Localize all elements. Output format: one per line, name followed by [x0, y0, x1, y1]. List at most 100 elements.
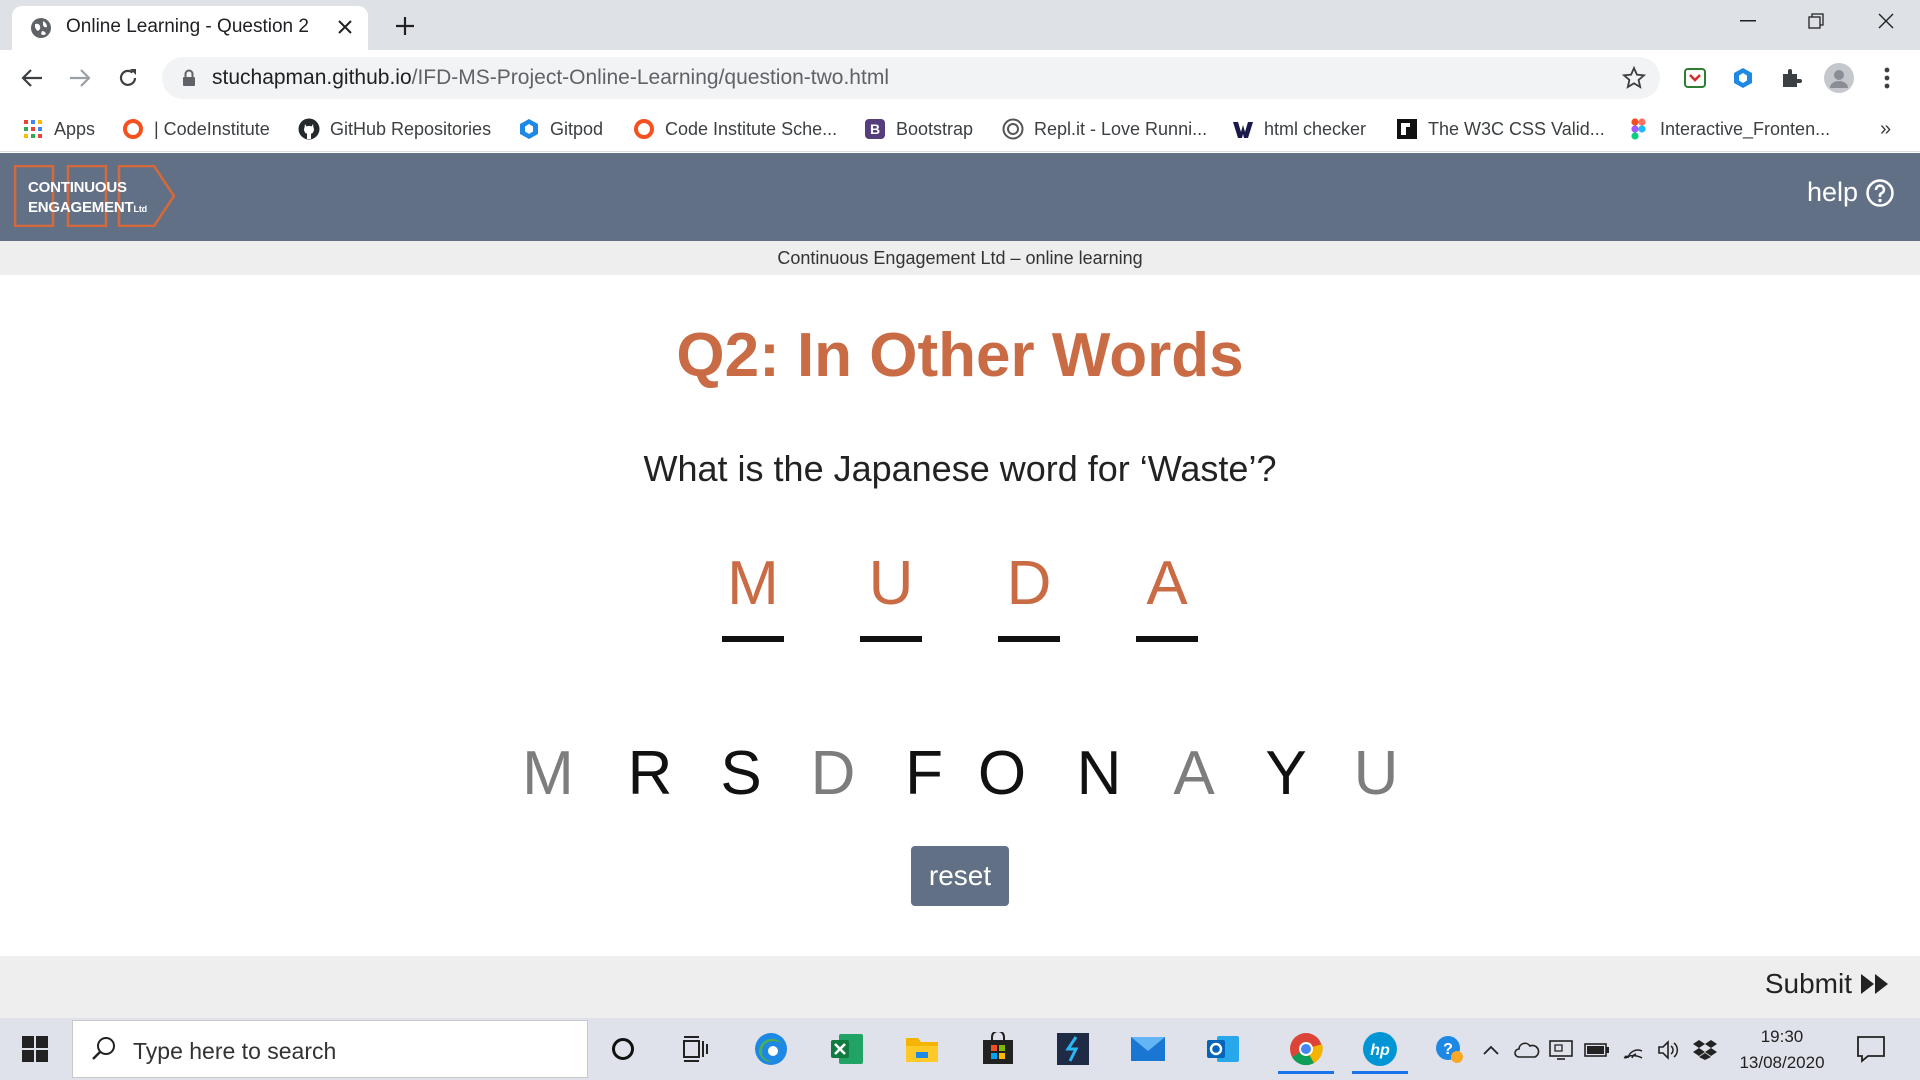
- bookmark-label: Gitpod: [550, 118, 604, 139]
- onedrive-icon[interactable]: [1514, 1037, 1540, 1063]
- extensions-puzzle-icon[interactable]: [1776, 63, 1806, 93]
- close-tab-icon[interactable]: [332, 14, 358, 40]
- replit-icon: [1002, 118, 1024, 140]
- hp-icon[interactable]: hp: [1352, 1026, 1408, 1074]
- chrome-icon[interactable]: [1278, 1026, 1334, 1074]
- search-icon: [92, 1037, 115, 1060]
- bookmark-label: | CodeInstitute: [154, 118, 270, 139]
- bookmark-label: html checker: [1264, 118, 1367, 139]
- letter-choice[interactable]: U: [1346, 738, 1406, 809]
- display-settings-icon[interactable]: [1548, 1037, 1574, 1063]
- url-domain: stuchapman.github.io: [212, 66, 412, 89]
- letter-choice[interactable]: R: [620, 738, 680, 809]
- wifi-icon[interactable]: [1620, 1037, 1646, 1063]
- bookmark-label: GitHub Repositories: [330, 118, 492, 139]
- letter-choice[interactable]: Y: [1256, 738, 1316, 809]
- bookmark-github[interactable]: GitHub Repositories: [298, 115, 491, 143]
- outlook-icon[interactable]: [1203, 1029, 1243, 1069]
- visual-studio-icon[interactable]: [1053, 1029, 1093, 1069]
- address-bar[interactable]: stuchapman.github.io/IFD-MS-Project-Onli…: [162, 57, 1660, 99]
- minimize-icon[interactable]: [1714, 0, 1782, 42]
- bookmark-label: Bootstrap: [896, 118, 974, 139]
- bookmark-star-icon[interactable]: [1622, 66, 1646, 90]
- answer-slot[interactable]: M: [722, 548, 784, 642]
- fast-forward-icon: [1861, 974, 1888, 994]
- store-icon[interactable]: [978, 1029, 1018, 1069]
- mail-icon[interactable]: [1128, 1029, 1168, 1069]
- forward-arrow-icon[interactable]: [64, 62, 96, 94]
- svg-text:hp: hp: [1370, 1042, 1390, 1059]
- excel-icon[interactable]: [827, 1029, 867, 1069]
- bookmark-codeinstitute[interactable]: | CodeInstitute: [122, 115, 270, 143]
- bookmarks-overflow-button[interactable]: »: [1880, 115, 1891, 143]
- help-notification-icon[interactable]: ?: [1434, 1034, 1464, 1064]
- bookmarks-bar: Apps | CodeInstitute GitHub Repositories…: [0, 106, 1920, 152]
- apps-grid-icon: [22, 118, 44, 140]
- back-arrow-icon[interactable]: [16, 62, 48, 94]
- taskbar-clock[interactable]: 19:30 13/08/2020: [1730, 1024, 1834, 1076]
- notification-center-icon[interactable]: [1856, 1035, 1886, 1063]
- gitpod-extension-icon[interactable]: [1728, 63, 1758, 93]
- slot-underline: [722, 636, 784, 642]
- answer-slots: M U D A: [722, 548, 1198, 648]
- help-label: help: [1806, 177, 1858, 207]
- answer-letter: A: [1146, 549, 1188, 618]
- browser-toolbar: stuchapman.github.io/IFD-MS-Project-Onli…: [0, 50, 1920, 106]
- bookmark-code-institute-schedule[interactable]: Code Institute Sche...: [633, 115, 837, 143]
- letter-choice[interactable]: N: [1069, 738, 1129, 809]
- browser-tab[interactable]: Online Learning - Question 2: [12, 6, 368, 50]
- dropbox-icon[interactable]: [1692, 1037, 1718, 1063]
- answer-slot[interactable]: U: [860, 548, 922, 642]
- tab-title: Online Learning - Question 2: [66, 16, 309, 37]
- edge-icon[interactable]: [751, 1029, 791, 1069]
- answer-slot[interactable]: D: [998, 548, 1060, 642]
- reload-icon[interactable]: [112, 62, 144, 94]
- bookmark-label: Apps: [54, 118, 96, 139]
- answer-slot[interactable]: A: [1136, 548, 1198, 642]
- letter-choice[interactable]: O: [972, 738, 1032, 809]
- bookmark-replit[interactable]: Repl.it - Love Runni...: [1002, 115, 1207, 143]
- bootstrap-icon: B: [864, 118, 886, 140]
- windows-start-icon[interactable]: [0, 1018, 70, 1080]
- slot-underline: [860, 636, 922, 642]
- bookmark-html-checker[interactable]: html checker: [1232, 115, 1366, 143]
- page-footer: Submit: [0, 956, 1920, 1018]
- letter-choice[interactable]: S: [711, 738, 771, 809]
- bookmark-interactive-frontend[interactable]: Interactive_Fronten...: [1628, 115, 1830, 143]
- reset-button[interactable]: reset: [911, 846, 1009, 906]
- letter-choice[interactable]: F: [894, 738, 954, 809]
- bookmark-gitpod[interactable]: Gitpod: [518, 115, 603, 143]
- question-title: Q2: In Other Words: [676, 321, 1244, 390]
- taskbar-search-input[interactable]: Type here to search: [72, 1020, 588, 1078]
- lock-icon: [183, 69, 195, 86]
- company-logo[interactable]: CONTINUOUS ENGAGEMENTLtd: [14, 165, 176, 227]
- volume-icon[interactable]: [1656, 1037, 1682, 1063]
- answer-letter: U: [868, 549, 914, 618]
- gitpod-icon: [518, 118, 540, 140]
- battery-icon[interactable]: [1584, 1037, 1610, 1063]
- restore-icon[interactable]: [1782, 0, 1850, 42]
- menu-kebab-icon[interactable]: [1872, 63, 1902, 93]
- letter-choice[interactable]: A: [1164, 738, 1224, 809]
- site-subtitle: Continuous Engagement Ltd – online learn…: [0, 241, 1920, 275]
- new-tab-icon[interactable]: [390, 11, 420, 41]
- task-view-icon[interactable]: [676, 1029, 716, 1069]
- bookmark-label: Interactive_Fronten...: [1660, 118, 1831, 139]
- profile-avatar-icon[interactable]: [1824, 63, 1854, 93]
- bookmark-w3c-css[interactable]: The W3C CSS Valid...: [1396, 115, 1605, 143]
- url-path: /IFD-MS-Project-Online-Learning/question…: [411, 66, 889, 89]
- clock-date: 13/08/2020: [1739, 1053, 1825, 1072]
- submit-button[interactable]: Submit: [1765, 968, 1890, 1000]
- pocket-extension-icon[interactable]: [1680, 63, 1710, 93]
- chevron-up-icon[interactable]: [1478, 1037, 1504, 1063]
- clock-time: 19:30: [1760, 1027, 1804, 1046]
- file-explorer-icon[interactable]: [902, 1029, 942, 1069]
- bookmark-apps[interactable]: Apps: [22, 115, 95, 143]
- bookmark-bootstrap[interactable]: B Bootstrap: [864, 115, 973, 143]
- cortana-icon[interactable]: [603, 1029, 643, 1069]
- close-window-icon[interactable]: [1852, 0, 1920, 42]
- letter-choice[interactable]: D: [803, 738, 863, 809]
- logo-suffix: Ltd: [133, 204, 148, 214]
- letter-choice[interactable]: M: [518, 738, 578, 809]
- help-link[interactable]: help: [1807, 177, 1894, 208]
